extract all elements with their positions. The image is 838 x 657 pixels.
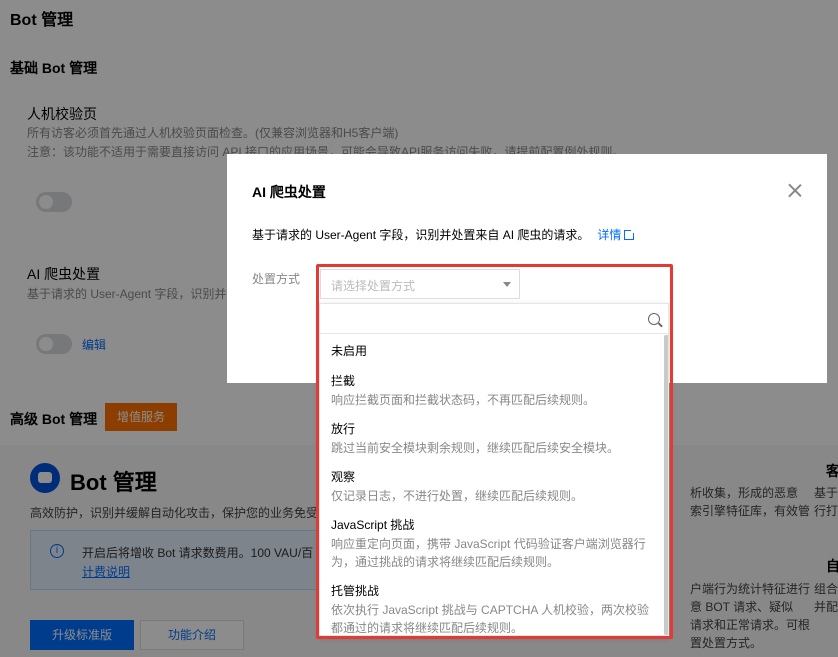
option-desc: 依次执行 JavaScript 挑战与 CAPTCHA 人机校验，两次校验都通过… [331, 603, 650, 635]
option-block[interactable]: 拦截 响应拦截页面和拦截状态码，不再匹配后续规则。 [331, 373, 661, 409]
option-observe[interactable]: 观察 仅记录日志，不进行处置，继续匹配后续规则。 [331, 469, 661, 505]
handling-method-dropdown: 未启用 拦截 响应拦截页面和拦截状态码，不再匹配后续规则。 放行 跳过当前安全模… [319, 303, 669, 636]
option-title: 拦截 [331, 374, 356, 388]
search-icon[interactable] [648, 313, 660, 325]
option-title: 观察 [331, 470, 356, 484]
option-desc: 仅记录日志，不进行处置，继续匹配后续规则。 [331, 489, 584, 503]
option-js-challenge[interactable]: JavaScript 挑战 响应重定向页面，携带 JavaScript 代码验证… [331, 517, 661, 571]
modal-title: AI 爬虫处置 [252, 184, 326, 200]
dropdown-search-input[interactable] [320, 304, 630, 333]
option-disabled[interactable]: 未启用 [331, 343, 661, 359]
handling-method-label: 处置方式 [252, 272, 301, 286]
select-placeholder: 请选择处置方式 [331, 279, 416, 293]
option-desc: 响应重定向页面，携带 JavaScript 代码验证客户端浏览器行为，通过挑战的… [331, 537, 646, 569]
option-allow[interactable]: 放行 跳过当前安全模块剩余规则，继续匹配后续安全模块。 [331, 421, 661, 457]
option-title: 未启用 [331, 344, 368, 358]
option-title: 托管挑战 [331, 584, 380, 598]
detail-link-label: 详情 [597, 228, 622, 242]
dropdown-scrollbar[interactable] [664, 335, 668, 635]
caret-down-icon [503, 282, 511, 287]
modal-description: 基于请求的 User-Agent 字段，识别并处置来自 AI 爬虫的请求。 详情 [252, 226, 637, 243]
option-managed-challenge[interactable]: 托管挑战 依次执行 JavaScript 挑战与 CAPTCHA 人机校验，两次… [331, 583, 661, 635]
external-link-icon [624, 228, 637, 240]
option-title: 放行 [331, 422, 356, 436]
option-title: JavaScript 挑战 [331, 518, 415, 532]
detail-link[interactable]: 详情 [597, 228, 637, 242]
handling-method-select[interactable]: 请选择处置方式 [320, 269, 520, 299]
dropdown-search [320, 304, 668, 334]
option-desc: 响应拦截页面和拦截状态码，不再匹配后续规则。 [331, 393, 596, 407]
modal-description-text: 基于请求的 User-Agent 字段，识别并处置来自 AI 爬虫的请求。 [252, 228, 590, 242]
option-desc: 跳过当前安全模块剩余规则，继续匹配后续安全模块。 [331, 441, 620, 455]
close-icon[interactable] [787, 182, 803, 198]
